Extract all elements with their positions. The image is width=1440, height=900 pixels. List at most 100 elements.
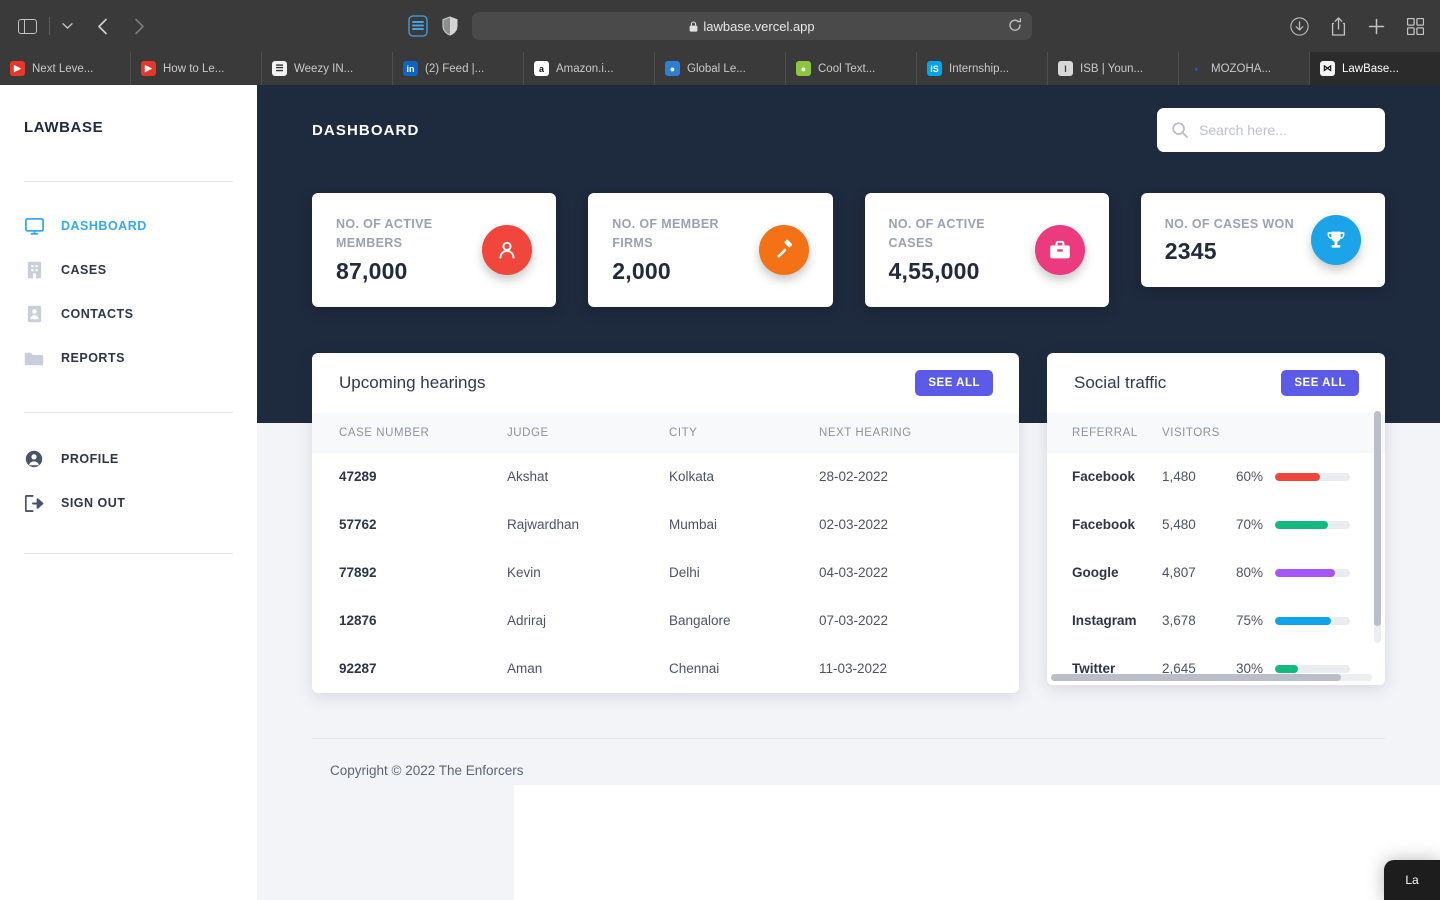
browser-tab[interactable]: ● Cool Text... [786,52,917,85]
table-row[interactable]: Google 4,807 80% [1047,549,1385,597]
cell-judge: Rajwardhan [507,517,580,533]
see-all-button-hearings[interactable]: SEE ALL [915,369,993,396]
column-header: REFERRAL [1072,426,1138,439]
sidebar-item-signout[interactable]: SIGN OUT [24,481,233,525]
percentage-label: 60% [1236,469,1264,485]
column-header: NEXT HEARING [819,426,912,439]
browser-tab[interactable]: I ISB | Youn... [1048,52,1179,85]
cell-judge: Adriraj [507,613,547,629]
column-header: CASE NUMBER [339,426,430,439]
leaf-icon: ● [796,61,811,76]
scrollbar-thumb[interactable] [1051,673,1341,681]
scrollbar-thumb[interactable] [1374,410,1381,626]
cell-referral: Instagram [1072,613,1137,629]
progress-bar-fill [1275,472,1321,481]
percentage-group: 75% [1236,613,1385,628]
browser-tab[interactable]: in (2) Feed |... [393,52,524,85]
column-header: CITY [669,426,698,439]
globe-icon: ● [665,61,680,76]
see-all-button-social[interactable]: SEE ALL [1281,369,1359,396]
table-row[interactable]: 77892 Kevin Delhi 04-03-2022 [312,549,1019,597]
chat-widget-button[interactable]: La [1384,860,1440,900]
progress-bar-track [1275,616,1351,625]
social-table-head: REFERRAL VISITORS [1047,412,1385,453]
social-scroll-area[interactable]: REFERRAL VISITORS Facebook 1,480 60% Faceboo… [1047,412,1385,685]
table-row[interactable]: Instagram 3,678 75% [1047,597,1385,645]
cell-visitors: 5,480 [1162,517,1196,533]
reading-list-icon[interactable] [408,15,428,37]
panel-title: Upcoming hearings [339,372,486,392]
main-content: DASHBOARD NO. OF ACTIVE MEMBERS87,000 NO.… [257,85,1440,900]
browser-tab[interactable]: ⋈ LawBase... [1310,52,1440,85]
chevron-down-icon[interactable] [62,22,73,30]
stat-card: NO. OF MEMBER FIRMS 2,000 [588,193,833,307]
stat-card-label: NO. OF MEMBER FIRMS [612,217,719,251]
sidebar-item-dashboard[interactable]: DASHBOARD [24,204,233,248]
sidebar-item-reports[interactable]: REPORTS [24,336,233,380]
reload-icon[interactable] [1008,17,1022,35]
browser-tab-label: LawBase... [1342,62,1399,75]
vertical-scrollbar[interactable] [1374,410,1381,643]
browser-tab[interactable]: a Amazon.i... [524,52,655,85]
browser-tab[interactable]: ▶ How to Le... [131,52,262,85]
stat-card-label: NO. OF CASES WON [1164,217,1294,231]
progress-bar-track [1275,472,1351,481]
browser-tab[interactable]: IS Internship... [917,52,1048,85]
horizontal-scrollbar[interactable] [1051,673,1372,681]
stat-card-text: NO. OF ACTIVE CASES 4,55,000 [889,215,1019,285]
search-input[interactable] [1199,122,1370,138]
browser-tab-label: Cool Text... [818,62,876,75]
browser-tab[interactable]: ◗ MOZOHA... [1179,52,1310,85]
panels-row: Upcoming hearings SEE ALL CASE NUMBER JUD… [312,352,1385,693]
address-bar[interactable]: lawbase.vercel.app [472,12,1032,40]
folder-icon [24,348,44,368]
table-row[interactable]: 47289 Akshat Kolkata 28-02-2022 [312,453,1019,501]
gavel-icon [758,224,809,275]
percentage-group: 60% [1236,469,1385,484]
table-row[interactable]: Facebook 5,480 70% [1047,501,1385,549]
sidebar-divider-middle [24,412,233,413]
table-row[interactable]: 92287 Aman Chennai 11-03-2022 [312,645,1019,693]
browser-tabstrip: ▶ Next Leve... ▶ How to Le... ☰ Weezy IN... in… [0,52,1440,85]
back-arrow-icon[interactable] [97,18,108,35]
browser-tab[interactable]: ☰ Weezy IN... [262,52,393,85]
user-circle-icon [24,449,44,469]
search-box[interactable] [1157,108,1385,152]
shield-icon[interactable] [442,16,458,36]
mozoha-icon: ◗ [1189,61,1204,76]
stat-card: NO. OF ACTIVE MEMBERS 87,000 [312,193,557,307]
forward-arrow-icon[interactable] [134,18,145,35]
table-row[interactable]: Facebook 1,480 60% [1047,453,1385,501]
stat-card-value: 2345 [1164,238,1217,265]
cell-city: Delhi [669,565,700,581]
cell-percentage: 75% [1236,597,1385,645]
tab-overview-icon[interactable] [1407,17,1424,35]
progress-bar-fill [1275,616,1332,625]
table-row[interactable]: 12876 Adriraj Bangalore 07-03-2022 [312,597,1019,645]
cell-city: Kolkata [669,469,715,485]
stat-card-value: 87,000 [336,257,408,284]
new-tab-icon[interactable] [1368,18,1385,35]
browser-tab-label: Internship... [949,62,1010,75]
sidebar-toggle-icon[interactable] [18,18,37,34]
browser-tab[interactable]: ● Global Le... [655,52,786,85]
cell-city: Chennai [669,661,720,677]
sidebar-item-profile[interactable]: PROFILE [24,437,233,481]
sidebar-item-contacts[interactable]: CONTACTS [24,292,233,336]
downloads-icon[interactable] [1290,16,1309,36]
panel-header: Upcoming hearings SEE ALL [312,353,1019,413]
table-row[interactable]: 57762 Rajwardhan Mumbai 02-03-2022 [312,501,1019,549]
linkedin-icon: in [403,61,418,76]
isb-icon: I [1058,61,1073,76]
share-icon[interactable] [1331,16,1346,36]
page-header: DASHBOARD [312,85,1385,155]
percentage-group: 80% [1236,565,1385,580]
sidebar: LAWBASE DASHBOARD CASES CONTACTS REPORTS… [0,85,257,900]
browser-tab[interactable]: ▶ Next Leve... [0,52,131,85]
sidebar-item-cases[interactable]: CASES [24,248,233,292]
youtube-icon: ▶ [141,61,156,76]
percentage-label: 70% [1236,517,1264,533]
stat-card: NO. OF CASES WON 2345 [1140,193,1385,288]
cell-city: Mumbai [669,517,718,533]
cell-case-number: 92287 [339,661,377,677]
